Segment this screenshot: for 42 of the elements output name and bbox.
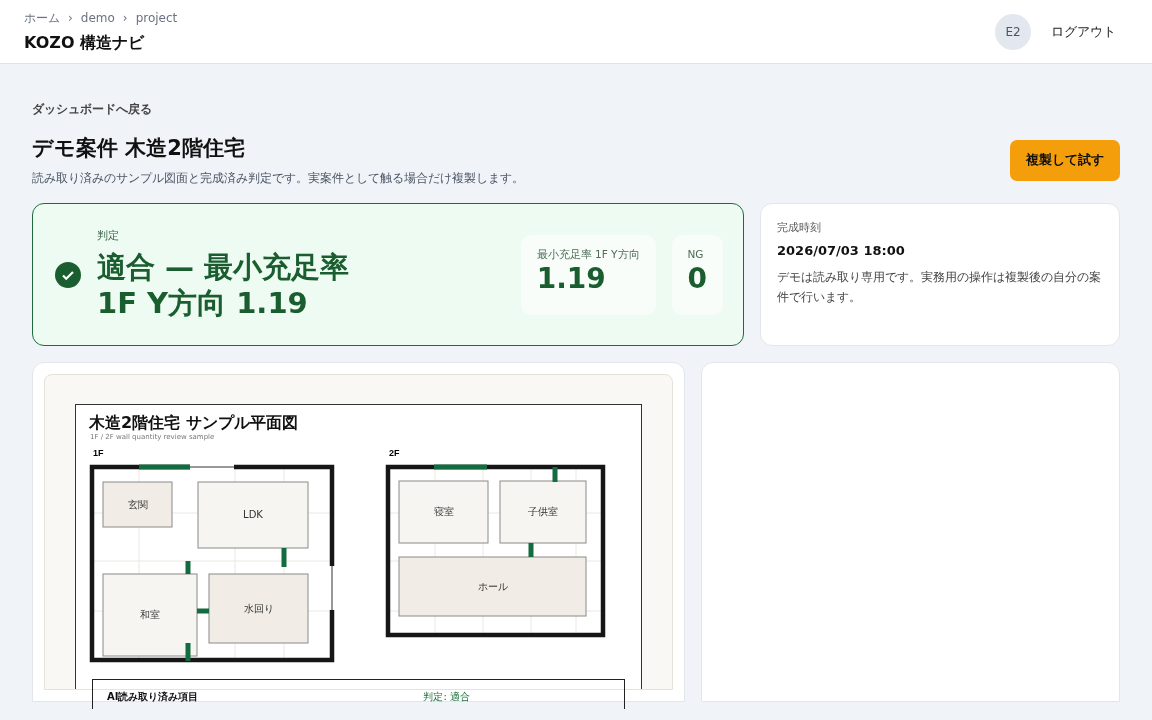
breadcrumb-link[interactable]: ホーム <box>24 8 60 27</box>
room-label: 和室 <box>140 608 160 620</box>
room-label: 子供室 <box>528 505 558 517</box>
back-link[interactable]: ダッシュボードへ戻る <box>32 102 152 116</box>
shear-wall <box>552 466 558 482</box>
user-avatar[interactable]: E2 <box>995 13 1031 50</box>
room-label: 水回り <box>243 602 274 614</box>
verdict-label: 判定 <box>97 228 120 245</box>
room-label: 寝室 <box>433 505 454 517</box>
logout-button[interactable]: ログアウト <box>1047 17 1120 46</box>
metric-label: NG <box>687 246 705 262</box>
shear-wall <box>197 608 209 614</box>
breadcrumb-separator: › <box>68 9 73 27</box>
check-icon <box>55 261 81 288</box>
shear-wall <box>185 642 191 661</box>
page-description: 読み取り済みのサンプル図面と完成済み判定です。実案件として触る場合だけ複製します。 <box>32 170 524 188</box>
duplicate-button[interactable]: 複製して試す <box>1010 140 1120 181</box>
metric-value: 1.19 <box>536 262 607 297</box>
shear-wall <box>185 560 191 574</box>
metric-label: 最小充足率 1F Y方向 <box>536 246 640 262</box>
completion-label: 完成時刻 <box>777 220 822 237</box>
app-title: KOZO 構造ナビ <box>24 31 146 54</box>
room-label: LDK <box>243 508 263 520</box>
floor-label: 2F <box>389 447 400 458</box>
breadcrumb-link[interactable]: project <box>135 8 178 27</box>
shear-wall <box>434 464 487 470</box>
page-title: デモ案件 木造2階住宅 <box>32 136 246 162</box>
summary-verdict: 判定: 適合 <box>423 689 470 704</box>
metric-value: 0 <box>687 262 707 297</box>
breadcrumb-link[interactable]: demo <box>80 8 115 27</box>
room-label: 玄関 <box>127 498 148 510</box>
shear-wall <box>528 542 534 557</box>
completion-time: 2026/07/03 18:00 <box>777 241 906 260</box>
shear-wall <box>139 464 190 470</box>
drawing-title: 木造2階住宅 サンプル平面図 <box>89 413 299 433</box>
breadcrumb-separator: › <box>122 9 128 27</box>
summary-title: AI読み取り済み項目 <box>107 689 199 704</box>
verdict-headline: 適合 — 最小充足率 1F Y方向 1.19 <box>97 248 351 322</box>
room-label: ホール <box>477 580 508 592</box>
shear-wall <box>281 547 287 567</box>
completion-note: デモは読み取り専用です。実務用の操作は複製後の自分の案件で行います。 <box>777 269 1102 306</box>
floor-label: 1F <box>93 447 104 458</box>
